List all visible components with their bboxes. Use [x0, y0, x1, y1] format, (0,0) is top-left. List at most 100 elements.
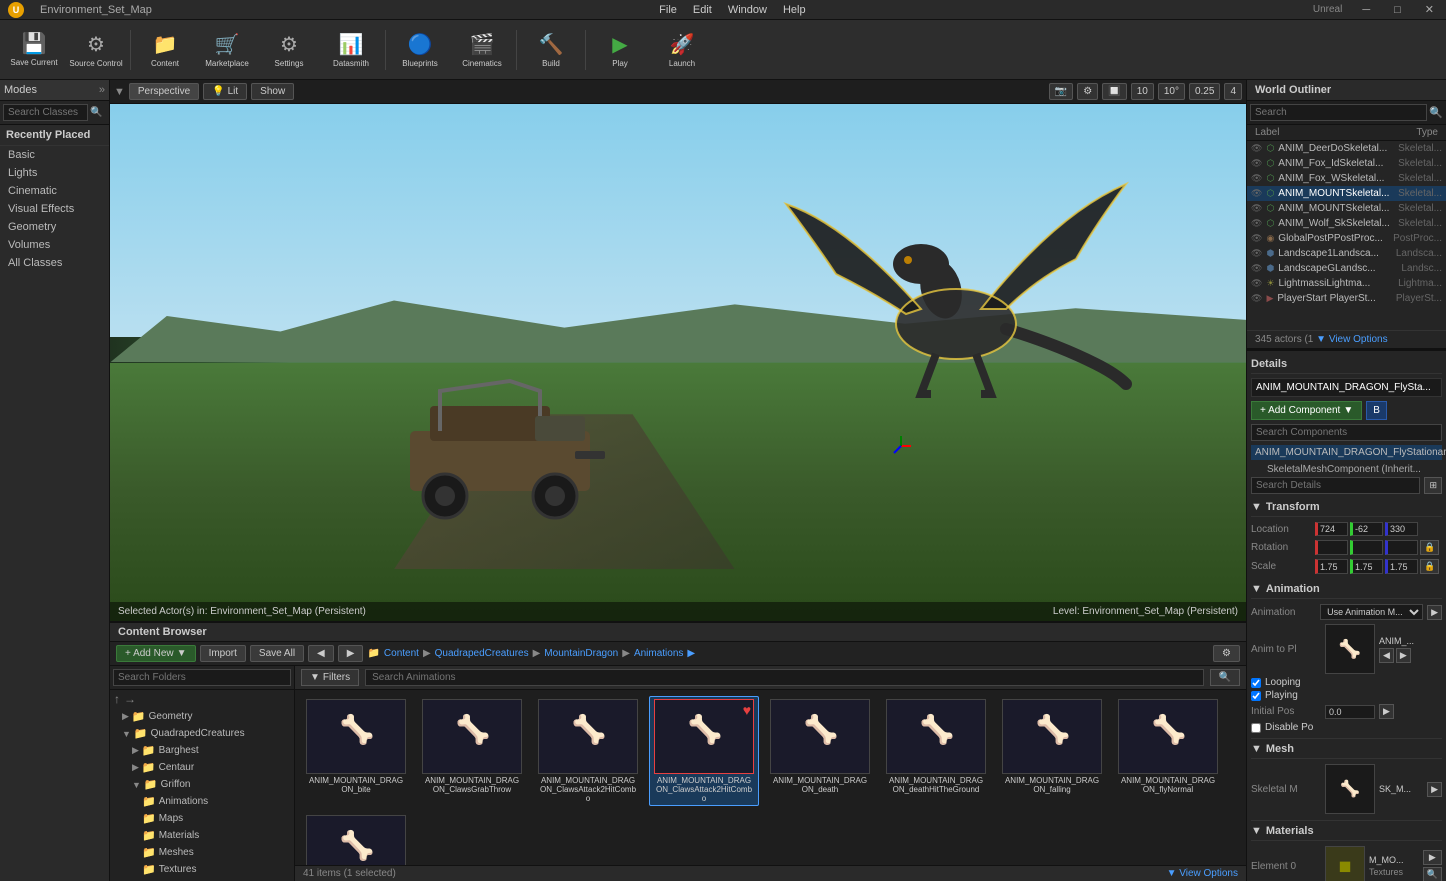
- viewport[interactable]: Selected Actor(s) in: Environment_Set_Ma…: [110, 104, 1246, 621]
- scale-lock-btn[interactable]: 🔒: [1420, 559, 1439, 574]
- num-btn[interactable]: 4: [1224, 83, 1242, 100]
- view-options-outliner[interactable]: ▼ View Options: [1316, 334, 1387, 345]
- rotation-x[interactable]: [1315, 540, 1348, 555]
- sub-component[interactable]: SkeletalMeshComponent (Inherit...: [1251, 462, 1442, 477]
- breadcrumb-content[interactable]: Content: [384, 648, 419, 659]
- grid-btn[interactable]: 10: [1131, 83, 1154, 100]
- scale-z[interactable]: [1385, 559, 1418, 574]
- play-button[interactable]: ▶ Play: [590, 23, 650, 77]
- nav-visual-effects[interactable]: Visual Effects: [0, 200, 109, 218]
- asset-item-3[interactable]: 🦴 ♥ ANIM_MOUNTAIN_DRAGON_ClawsAttack2Hit…: [649, 696, 759, 806]
- location-z[interactable]: [1385, 522, 1418, 536]
- outliner-item-7[interactable]: 👁 ⬢ Landscape1Landsca... Landsca...: [1247, 246, 1446, 261]
- add-component-button[interactable]: + Add Component ▼: [1251, 401, 1362, 420]
- nav-basic[interactable]: Basic: [0, 146, 109, 164]
- details-search-input[interactable]: [1251, 477, 1420, 494]
- folder-search-input[interactable]: [113, 669, 291, 686]
- material-nav-btn[interactable]: ▶: [1423, 850, 1442, 865]
- max-btn[interactable]: □: [1390, 4, 1405, 16]
- asset-item-0[interactable]: 🦴 ANIM_MOUNTAIN_DRAGON_bite: [301, 696, 411, 806]
- outliner-item-2[interactable]: 👁 ⬡ ANIM_Fox_WSkeletal... Skeletal...: [1247, 171, 1446, 186]
- asset-item-1[interactable]: 🦴 ANIM_MOUNTAIN_DRAGON_ClawsGrabThrow: [417, 696, 527, 806]
- view-options-btn[interactable]: ▼ View Options: [1167, 868, 1238, 879]
- nav-volumes[interactable]: Volumes: [0, 236, 109, 254]
- menu-file[interactable]: File: [659, 4, 677, 16]
- animation-mode-dropdown[interactable]: Use Animation M...: [1320, 604, 1423, 620]
- rotation-lock-btn[interactable]: 🔒: [1420, 540, 1439, 555]
- breadcrumb-mountaindragon[interactable]: MountainDragon: [544, 648, 618, 659]
- folder-griffon-textures[interactable]: 📁 Textures: [110, 861, 294, 878]
- rotation-btn[interactable]: 10°: [1158, 83, 1185, 100]
- folder-griffon[interactable]: ▼ 📁 Griffon: [110, 776, 294, 793]
- anim-mode-btn[interactable]: ▶: [1427, 605, 1442, 620]
- asset-search-input[interactable]: [365, 669, 1203, 686]
- folder-geometry[interactable]: ▶ 📁 Geometry: [110, 708, 294, 725]
- blueprint-button[interactable]: B: [1366, 401, 1387, 420]
- datasmith-button[interactable]: 📊 Datasmith: [321, 23, 381, 77]
- nav-lights[interactable]: Lights: [0, 164, 109, 182]
- vp-icon-btn-3[interactable]: 🔲: [1102, 83, 1126, 100]
- location-y[interactable]: [1350, 522, 1383, 536]
- cb-settings-button[interactable]: ⚙: [1213, 645, 1240, 662]
- looping-checkbox[interactable]: [1251, 678, 1261, 688]
- min-btn[interactable]: ─: [1358, 4, 1374, 16]
- outliner-item-6[interactable]: 👁 ◉ GlobalPostPPostProc... PostProc...: [1247, 231, 1446, 246]
- outliner-item-8[interactable]: 👁 ⬢ LandscapeGLandsc... Landsc...: [1247, 261, 1446, 276]
- location-x[interactable]: [1315, 522, 1348, 536]
- scale-y[interactable]: [1350, 559, 1383, 574]
- lit-button[interactable]: 💡 Lit: [203, 83, 247, 100]
- mesh-section-header[interactable]: ▼ Mesh: [1251, 738, 1442, 759]
- details-grid-btn[interactable]: ⊞: [1424, 477, 1442, 494]
- breadcrumb-quadraped[interactable]: QuadrapedCreatures: [435, 648, 529, 659]
- outliner-item-5[interactable]: 👁 ⬡ ANIM_Wolf_SkSkeletal... Skeletal...: [1247, 216, 1446, 231]
- rotation-z[interactable]: [1385, 540, 1418, 555]
- outliner-item-4[interactable]: 👁 ⬡ ANIM_MOUNTSkeletal... Skeletal...: [1247, 201, 1446, 216]
- asset-item-2[interactable]: 🦴 ANIM_MOUNTAIN_DRAGON_ClawsAttack2HitCo…: [533, 696, 643, 806]
- asset-item-5[interactable]: 🦴 ANIM_MOUNTAIN_DRAGON_deathHitTheGround: [881, 696, 991, 806]
- outliner-item-3[interactable]: 👁 ⬡ ANIM_MOUNTSkeletal... Skeletal...: [1247, 186, 1446, 201]
- folder-griffon-materials[interactable]: 📁 Materials: [110, 827, 294, 844]
- nav-all-classes[interactable]: All Classes: [0, 254, 109, 272]
- disable-po-checkbox[interactable]: [1251, 723, 1261, 733]
- folder-griffon-maps[interactable]: 📁 Maps: [110, 810, 294, 827]
- viewport-toggle[interactable]: ▼: [114, 86, 125, 98]
- anim-back-btn[interactable]: ◀: [1379, 648, 1394, 663]
- perspective-button[interactable]: Perspective: [129, 83, 199, 100]
- search-components-input[interactable]: [1251, 424, 1442, 441]
- transform-section-header[interactable]: ▼ Transform: [1251, 498, 1442, 517]
- folder-griffon-animations[interactable]: 📁 Animations: [110, 793, 294, 810]
- save-current-button[interactable]: 💾 Save Current: [4, 23, 64, 77]
- folder-nav-up[interactable]: ↑: [114, 692, 120, 706]
- build-button[interactable]: 🔨 Build: [521, 23, 581, 77]
- menu-help[interactable]: Help: [783, 4, 806, 16]
- cinematics-button[interactable]: 🎬 Cinematics: [452, 23, 512, 77]
- outliner-item-0[interactable]: 👁 ⬡ ANIM_DeerDoSkeletal... Skeletal...: [1247, 141, 1446, 156]
- asset-item-8[interactable]: 🦴 ANIM_MOUNTAIN_DRAGON_flyNormalToFall: [301, 812, 411, 865]
- nav-cinematic[interactable]: Cinematic: [0, 182, 109, 200]
- asset-item-6[interactable]: 🦴 ANIM_MOUNTAIN_DRAGON_falling: [997, 696, 1107, 806]
- outliner-item-9[interactable]: 👁 ☀ LightmassiLightma... Lightma...: [1247, 276, 1446, 291]
- blueprints-button[interactable]: 🔵 Blueprints: [390, 23, 450, 77]
- content-button[interactable]: 📁 Content: [135, 23, 195, 77]
- folder-quadraped[interactable]: ▼ 📁 QuadrapedCreatures: [110, 725, 294, 742]
- launch-button[interactable]: 🚀 Launch: [652, 23, 712, 77]
- nav-back-button[interactable]: ◀: [308, 645, 334, 662]
- scale-x[interactable]: [1315, 559, 1348, 574]
- animation-section-header[interactable]: ▼ Animation: [1251, 580, 1442, 599]
- asset-item-4[interactable]: 🦴 ANIM_MOUNTAIN_DRAGON_death: [765, 696, 875, 806]
- initial-pos-set-btn[interactable]: ▶: [1379, 704, 1394, 719]
- material-find-btn[interactable]: 🔍: [1423, 867, 1442, 881]
- initial-pos-input[interactable]: [1325, 705, 1375, 719]
- source-control-button[interactable]: ⚙ Source Control: [66, 23, 126, 77]
- search-icon-btn[interactable]: 🔍: [1210, 669, 1240, 686]
- materials-section-header[interactable]: ▼ Materials: [1251, 820, 1442, 841]
- outliner-item-1[interactable]: 👁 ⬡ ANIM_Fox_IdSkeletal... Skeletal...: [1247, 156, 1446, 171]
- folder-nav-forward[interactable]: →: [124, 692, 136, 706]
- menu-edit[interactable]: Edit: [693, 4, 712, 16]
- breadcrumb-root[interactable]: 📁: [367, 648, 379, 659]
- rotation-y[interactable]: [1350, 540, 1383, 555]
- playing-checkbox[interactable]: [1251, 691, 1261, 701]
- search-classes-input[interactable]: [3, 104, 88, 121]
- nav-forward-button[interactable]: ▶: [338, 645, 364, 662]
- nav-geometry[interactable]: Geometry: [0, 218, 109, 236]
